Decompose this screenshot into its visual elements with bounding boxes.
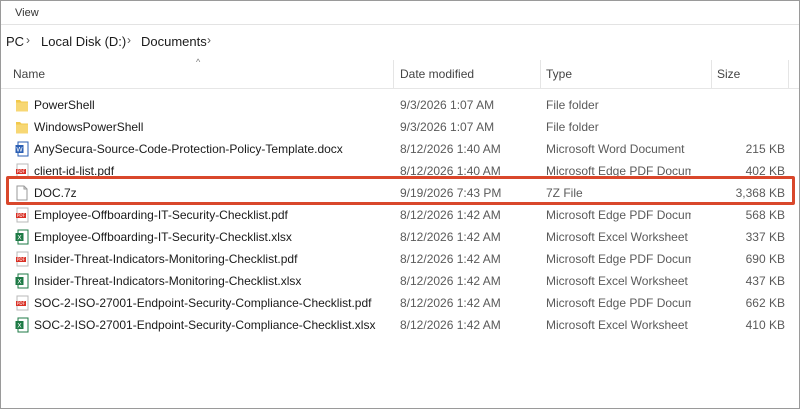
column-divider[interactable] xyxy=(711,60,712,88)
breadcrumb-documents[interactable]: Documents xyxy=(141,34,207,49)
svg-text:X: X xyxy=(17,278,22,286)
column-name[interactable]: Name xyxy=(13,67,45,81)
file-row[interactable]: X Employee-Offboarding-IT-Security-Check… xyxy=(1,226,799,248)
menu-bar: View xyxy=(1,1,799,25)
file-type: File folder xyxy=(546,98,599,112)
highlight-box xyxy=(6,176,795,205)
file-date: 8/12/2026 1:42 AM xyxy=(400,296,501,310)
svg-text:X: X xyxy=(17,234,22,242)
file-type: Microsoft Word Document xyxy=(546,142,685,156)
breadcrumb-pc[interactable]: PC xyxy=(6,34,24,49)
svg-text:PDF: PDF xyxy=(17,169,26,174)
file-name: WindowsPowerShell xyxy=(34,120,144,134)
column-size[interactable]: Size xyxy=(717,67,740,81)
svg-text:W: W xyxy=(16,146,23,154)
pdf-icon: PDF xyxy=(16,295,29,311)
file-row[interactable]: PDF SOC-2-ISO-27001-Endpoint-Security-Co… xyxy=(1,292,799,314)
excel-icon: X xyxy=(15,273,29,289)
file-name: Insider-Threat-Indicators-Monitoring-Che… xyxy=(34,274,302,288)
file-size: 337 KB xyxy=(745,230,785,244)
file-type: Microsoft Edge PDF Docum... xyxy=(546,208,691,222)
scrollbar[interactable] xyxy=(789,60,799,407)
file-row[interactable]: W AnySecura-Source-Code-Protection-Polic… xyxy=(1,138,799,160)
folder-icon xyxy=(16,122,28,134)
svg-text:PDF: PDF xyxy=(17,257,26,262)
file-name: AnySecura-Source-Code-Protection-Policy-… xyxy=(34,142,343,156)
excel-icon: X xyxy=(15,317,29,333)
file-row[interactable]: X Insider-Threat-Indicators-Monitoring-C… xyxy=(1,270,799,292)
folder-icon xyxy=(16,100,28,112)
sort-up-icon: ^ xyxy=(196,57,201,67)
chevron-right-icon[interactable]: › xyxy=(207,33,211,47)
file-name: SOC-2-ISO-27001-Endpoint-Security-Compli… xyxy=(34,296,372,310)
svg-text:PDF: PDF xyxy=(17,213,26,218)
file-name: SOC-2-ISO-27001-Endpoint-Security-Compli… xyxy=(34,318,376,332)
column-divider[interactable] xyxy=(393,60,394,88)
breadcrumb-local-disk[interactable]: Local Disk (D:) xyxy=(41,34,126,49)
file-date: 8/12/2026 1:42 AM xyxy=(400,230,501,244)
svg-text:PDF: PDF xyxy=(17,301,26,306)
file-name: PowerShell xyxy=(34,98,95,112)
column-type[interactable]: Type xyxy=(546,67,572,81)
file-size: 437 KB xyxy=(745,274,785,288)
file-date: 8/12/2026 1:40 AM xyxy=(400,142,501,156)
file-type: Microsoft Edge PDF Docum... xyxy=(546,252,691,266)
file-date: 8/12/2026 1:42 AM xyxy=(400,208,501,222)
excel-icon: X xyxy=(15,229,29,245)
file-type: Microsoft Excel Worksheet xyxy=(546,318,688,332)
chevron-right-icon[interactable]: › xyxy=(127,33,131,47)
column-date[interactable]: Date modified xyxy=(400,67,474,81)
file-row[interactable]: PDF Employee-Offboarding-IT-Security-Che… xyxy=(1,204,799,226)
menu-view[interactable]: View xyxy=(15,7,39,19)
file-date: 9/3/2026 1:07 AM xyxy=(400,120,495,134)
file-name: Employee-Offboarding-IT-Security-Checkli… xyxy=(34,230,292,244)
file-date: 9/3/2026 1:07 AM xyxy=(400,98,495,112)
file-size: 568 KB xyxy=(745,208,785,222)
file-name: Employee-Offboarding-IT-Security-Checkli… xyxy=(34,208,288,222)
file-size: 215 KB xyxy=(745,142,785,156)
file-date: 8/12/2026 1:42 AM xyxy=(400,318,501,332)
file-row[interactable]: PDF Insider-Threat-Indicators-Monitoring… xyxy=(1,248,799,270)
file-name: Insider-Threat-Indicators-Monitoring-Che… xyxy=(34,252,298,266)
file-row[interactable]: WindowsPowerShell 9/3/2026 1:07 AM File … xyxy=(1,116,799,138)
file-type: Microsoft Excel Worksheet xyxy=(546,274,688,288)
file-size: 410 KB xyxy=(745,318,785,332)
column-divider[interactable] xyxy=(540,60,541,88)
file-type: File folder xyxy=(546,120,599,134)
chevron-right-icon[interactable]: › xyxy=(26,33,30,47)
address-bar[interactable]: PC › Local Disk (D:) › Documents › xyxy=(1,29,799,55)
file-type: Microsoft Edge PDF Docum... xyxy=(546,296,691,310)
file-row[interactable]: PowerShell 9/3/2026 1:07 AM File folder xyxy=(1,94,799,116)
pdf-icon: PDF xyxy=(16,207,29,223)
pdf-icon: PDF xyxy=(16,251,29,267)
file-size: 690 KB xyxy=(745,252,785,266)
file-size: 662 KB xyxy=(745,296,785,310)
column-header: ^ Name Date modified Type Size xyxy=(1,57,799,89)
file-row[interactable]: X SOC-2-ISO-27001-Endpoint-Security-Comp… xyxy=(1,314,799,336)
file-type: Microsoft Excel Worksheet xyxy=(546,230,688,244)
file-date: 8/12/2026 1:42 AM xyxy=(400,252,501,266)
svg-text:X: X xyxy=(17,322,22,330)
word-icon: W xyxy=(15,141,29,157)
file-date: 8/12/2026 1:42 AM xyxy=(400,274,501,288)
